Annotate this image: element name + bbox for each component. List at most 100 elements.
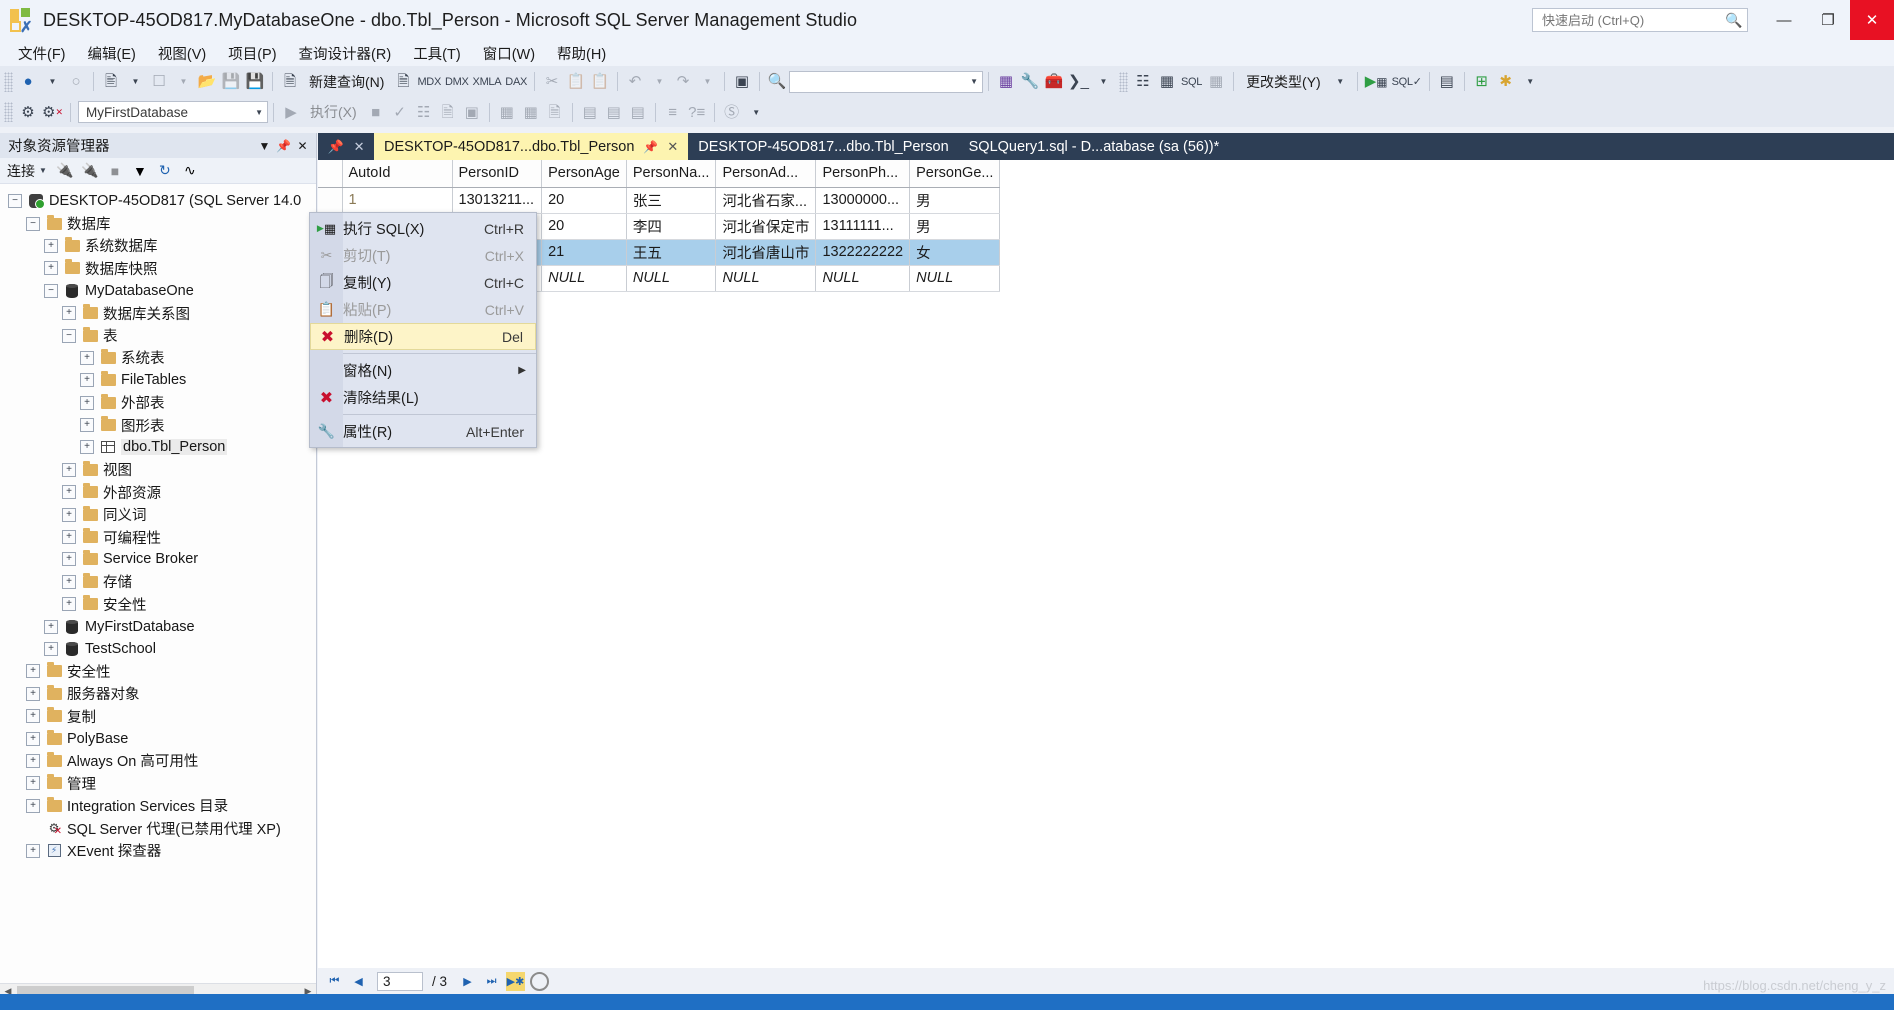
tree-node[interactable]: − 数据库: [0, 212, 316, 234]
tree-twisty-plus-icon[interactable]: +: [62, 574, 76, 589]
panel-close-icon[interactable]: ✕: [293, 136, 312, 155]
tree-node[interactable]: + 系统表: [0, 347, 316, 369]
grid-cell[interactable]: 李四: [626, 213, 717, 240]
context-menu-item[interactable]: 🗍 复制(Y) Ctrl+C: [310, 269, 536, 296]
menu-view[interactable]: 视图(V): [147, 40, 217, 67]
disconnect-button[interactable]: ⚙ ✕: [40, 100, 65, 124]
tree-twisty-plus-icon[interactable]: +: [26, 731, 40, 746]
uncomment-lines-button[interactable]: ▤: [602, 100, 626, 124]
tree-node[interactable]: + Always On 高可用性: [0, 750, 316, 772]
toolbar2-grip-icon[interactable]: [4, 102, 13, 122]
tree-twisty-plus-icon[interactable]: +: [62, 462, 76, 477]
tree-node[interactable]: + 视图: [0, 459, 316, 481]
refresh-icon[interactable]: ↻: [154, 160, 176, 181]
grid-cell[interactable]: 男: [909, 187, 1001, 214]
comment-lines-button[interactable]: ▤: [578, 100, 602, 124]
panel-dropdown-icon[interactable]: ▼: [255, 136, 274, 155]
grid-cell[interactable]: NULL: [909, 265, 1001, 292]
command-window-button[interactable]: ❯_: [1066, 70, 1091, 94]
tree-node[interactable]: + 外部表: [0, 392, 316, 414]
new-project-button[interactable]: 🖹: [99, 70, 123, 94]
decrease-indent-button[interactable]: ▤: [626, 100, 650, 124]
tab-bar-close-icon[interactable]: ✕: [354, 139, 365, 155]
sql-template-button[interactable]: SQL: [1179, 70, 1204, 94]
new-item-dropdown[interactable]: ▼: [171, 70, 195, 94]
navigate-forward-button[interactable]: ○: [64, 70, 88, 94]
tree-twisty-plus-icon[interactable]: +: [26, 753, 40, 768]
tree-node[interactable]: − MyDatabaseOne: [0, 280, 316, 302]
new-dmx-query-button[interactable]: DMX: [443, 70, 471, 94]
tree-node[interactable]: + Integration Services 目录: [0, 795, 316, 817]
grid-cell[interactable]: 20: [541, 187, 627, 214]
tab-table-editor-2[interactable]: DESKTOP-45OD817...dbo.Tbl_Person: [688, 133, 959, 160]
tree-node[interactable]: + Service Broker: [0, 548, 316, 570]
tree-twisty-plus-icon[interactable]: +: [62, 552, 76, 567]
tree-node[interactable]: − 表: [0, 324, 316, 346]
toolbar-combo[interactable]: ▼: [789, 70, 984, 93]
new-project-dropdown[interactable]: ▼: [123, 70, 147, 94]
toolbar2-overflow-button[interactable]: ▼: [744, 100, 768, 124]
tree-twisty-plus-icon[interactable]: +: [62, 507, 76, 522]
toolbar-overflow-button[interactable]: ▼: [1518, 70, 1542, 94]
tree-node[interactable]: + TestSchool: [0, 638, 316, 660]
grid-corner-header[interactable]: [318, 160, 343, 188]
grid-column-header[interactable]: PersonGe...: [909, 160, 1001, 188]
tree-node[interactable]: + 服务器对象: [0, 683, 316, 705]
results-to-grid-button[interactable]: ▦: [519, 100, 543, 124]
tree-twisty-plus-icon[interactable]: +: [62, 306, 76, 321]
tree-node[interactable]: + MyFirstDatabase: [0, 615, 316, 637]
tree-twisty-plus-icon[interactable]: +: [62, 597, 76, 612]
quick-launch-input[interactable]: [1540, 11, 1725, 29]
toolbar-grip-icon[interactable]: [4, 71, 13, 92]
grid-cell[interactable]: 1322222222: [815, 239, 911, 266]
new-query-icon[interactable]: 🗎: [278, 70, 302, 94]
tree-twisty-plus-icon[interactable]: +: [80, 395, 94, 410]
tab-pin-icon[interactable]: 📌: [327, 139, 343, 155]
first-record-icon[interactable]: ⏮: [325, 972, 344, 991]
save-button[interactable]: 💾: [219, 70, 243, 94]
grid-cell[interactable]: 1: [342, 187, 453, 214]
tree-twisty-plus-icon[interactable]: +: [44, 261, 58, 276]
grid-cell[interactable]: 男: [909, 213, 1001, 240]
tree-twisty-plus-icon[interactable]: +: [44, 642, 58, 656]
redo-button[interactable]: ↷: [671, 70, 695, 94]
grid-view-button[interactable]: ▦: [1204, 70, 1228, 94]
tree-node[interactable]: + dbo.Tbl_Person: [0, 436, 316, 458]
execute-button[interactable]: 执行(X): [303, 102, 364, 122]
stop-execution-icon[interactable]: [530, 971, 550, 991]
grid-cell[interactable]: 女: [909, 239, 1001, 266]
connect-dropdown-button[interactable]: 连接 ▼: [7, 161, 51, 181]
tree-twisty-plus-icon[interactable]: +: [80, 350, 94, 365]
add-new-derived-table-button[interactable]: ✱: [1494, 70, 1518, 94]
grid-cell[interactable]: 张三: [626, 187, 717, 214]
grid-column-header[interactable]: PersonAd...: [715, 160, 817, 188]
next-record-icon[interactable]: ▶: [458, 972, 477, 991]
context-menu-item[interactable]: ▶ ▦ 执行 SQL(X) Ctrl+R: [310, 215, 536, 242]
menu-help[interactable]: 帮助(H): [546, 40, 617, 67]
grid-row[interactable]: 1 13013211... 20 张三 河北省石家... 13000000... 男: [318, 187, 1001, 214]
include-actual-plan-button[interactable]: ▣: [460, 100, 484, 124]
new-query-button[interactable]: 新建查询(N): [302, 72, 391, 92]
current-row-input[interactable]: 3: [377, 971, 423, 991]
cut-button[interactable]: ✂: [540, 70, 564, 94]
open-file-button[interactable]: 📂: [195, 70, 219, 94]
grid-column-header[interactable]: PersonAge: [541, 160, 627, 188]
tree-node[interactable]: + PolyBase: [0, 727, 316, 749]
context-menu-item[interactable]: 窗格(N) ▶: [310, 357, 536, 384]
context-menu-item[interactable]: ✖ 清除结果(L): [310, 384, 536, 411]
new-dax-query-button[interactable]: DAX: [503, 70, 529, 94]
new-record-icon[interactable]: ▶✱: [506, 971, 526, 991]
tree-twisty-plus-icon[interactable]: +: [26, 709, 40, 724]
navigate-backward-dropdown[interactable]: ▼: [40, 70, 64, 94]
grid-cell[interactable]: 20: [541, 213, 627, 240]
execute-sql-toolbar-button[interactable]: ▶ ▦: [1363, 70, 1390, 94]
tab-sqlquery1[interactable]: SQLQuery1.sql - D...atabase (sa (56))*: [958, 133, 1230, 160]
save-all-button[interactable]: 💾: [243, 70, 267, 94]
new-xmla-query-button[interactable]: XMLA: [471, 70, 504, 94]
previous-record-icon[interactable]: ◀: [349, 972, 368, 991]
specify-values-button[interactable]: ?≡: [685, 100, 709, 124]
tree-twisty-plus-icon[interactable]: +: [62, 530, 76, 545]
window-overflow-dropdown[interactable]: ▼: [1091, 70, 1115, 94]
minimize-button[interactable]: —: [1762, 0, 1806, 40]
tree-twisty-plus-icon[interactable]: +: [26, 843, 40, 858]
